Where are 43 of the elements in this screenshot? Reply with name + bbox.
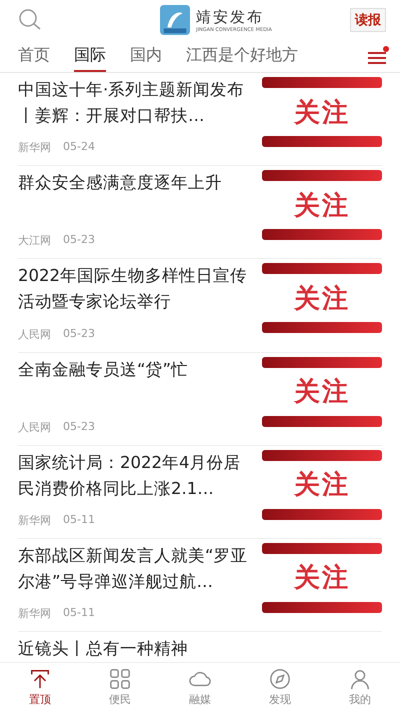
search-icon[interactable] (18, 8, 42, 32)
category-tab[interactable]: 国际 (74, 40, 106, 72)
category-tab[interactable]: 江西是个好地方 (186, 40, 298, 72)
article-date: 05-23 (63, 326, 95, 342)
menu-icon[interactable] (366, 45, 390, 67)
nav-item[interactable]: 融媒 (160, 663, 240, 711)
article-source: 人民网 (18, 326, 51, 342)
article-source: 人民网 (18, 420, 51, 435)
thumbnail-graphic[interactable]: 关注 (262, 356, 382, 427)
article-source: 新华网 (18, 606, 51, 622)
grid-icon (109, 668, 131, 690)
article-source: 新华网 (18, 512, 51, 528)
logo-icon (160, 5, 190, 35)
article-source: 新华网 (18, 140, 51, 156)
article-title[interactable]: 近镜头丨总有一种精神 (18, 639, 188, 658)
compass-icon (269, 668, 291, 690)
article-source: 大江网 (18, 233, 51, 248)
app-title: 靖安发布 (196, 8, 264, 26)
article-title[interactable]: 群众安全感满意度逐年上升 (18, 170, 254, 196)
nav-item[interactable]: 置顶 (0, 663, 80, 711)
article-date: 05-24 (63, 140, 95, 156)
thumbnail-graphic[interactable]: 关注 (262, 170, 382, 240)
pin-top-icon (29, 668, 51, 690)
thumbnail-graphic[interactable]: 关注 (262, 263, 382, 334)
nav-item[interactable]: 便民 (80, 663, 160, 711)
nav-item[interactable]: 发现 (240, 663, 320, 711)
article-title[interactable]: 国家统计局：2022年4月份居民消费价格同比上涨2.1… (18, 450, 254, 502)
thumbnail-graphic[interactable]: 关注 (262, 542, 382, 613)
article-date: 05-23 (63, 233, 95, 248)
article-title[interactable]: 全南金融专员送“贷”忙 (18, 356, 254, 383)
article-date: 05-11 (63, 512, 95, 528)
article-title[interactable]: 2022年国际生物多样性日宣传活动暨专家论坛举行 (18, 263, 254, 316)
category-tab[interactable]: 首页 (18, 40, 50, 72)
category-tab[interactable]: 国内 (130, 40, 162, 72)
article-date: 05-11 (63, 606, 95, 622)
article-date: 05-23 (63, 420, 95, 435)
thumbnail-graphic[interactable]: 关注 (262, 77, 382, 147)
article-title[interactable]: 东部战区新闻发言人就美“罗亚尔港”号导弹巡洋舰过航… (18, 542, 254, 595)
person-icon (349, 668, 371, 690)
article-title[interactable]: 中国这十年·系列主题新闻发布丨姜辉：开展对口帮扶… (18, 77, 254, 129)
read-paper-button[interactable]: 读报 (350, 8, 386, 32)
nav-item[interactable]: 我的 (320, 663, 400, 711)
thumbnail-graphic[interactable]: 关注 (262, 450, 382, 520)
